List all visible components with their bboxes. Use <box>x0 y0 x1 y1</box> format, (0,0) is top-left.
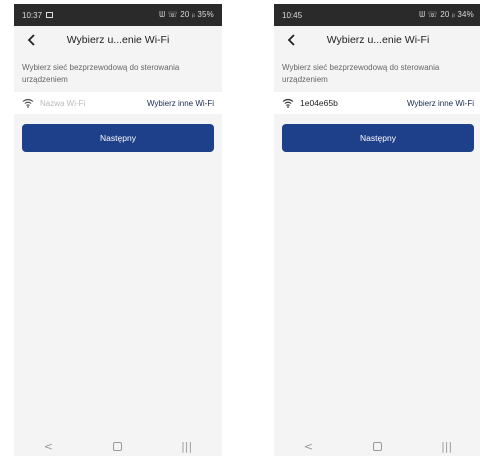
nav-home-icon[interactable] <box>112 441 122 451</box>
description-text: Wybierz sieć bezprzewodową do sterowania… <box>274 54 480 92</box>
page-title: Wybierz u...enie Wi-Fi <box>326 34 430 46</box>
page-title: Wybierz u...enie Wi-Fi <box>66 34 170 46</box>
phone-screen-right: 10:45 ᗯ ☏ 20 ᵢₗ 34% Wybierz u...enie Wi-… <box>274 4 480 456</box>
nav-back-icon[interactable]: < <box>44 440 53 453</box>
nav-recent-icon[interactable]: ||| <box>181 440 192 453</box>
status-indicators: ᗯ ☏ 20 ᵢₗ 34% <box>419 10 474 19</box>
gallery-notification-icon <box>46 12 54 18</box>
back-arrow-icon[interactable] <box>282 30 302 50</box>
status-time: 10:37 <box>22 10 43 20</box>
description-text: Wybierz sieć bezprzewodową do sterowania… <box>14 54 222 92</box>
choose-other-wifi-link[interactable]: Wybierz inne Wi-Fi <box>147 99 214 108</box>
wifi-name-placeholder[interactable]: Nazwa Wi-Fi <box>40 99 85 108</box>
wifi-icon <box>22 98 34 108</box>
system-nav-bar: < ||| <box>274 436 480 456</box>
next-button[interactable]: Następny <box>282 124 474 152</box>
wifi-field[interactable]: Nazwa Wi-Fi <box>22 98 85 108</box>
system-nav-bar: < ||| <box>14 436 222 456</box>
wifi-row: 1e04e65b Wybierz inne Wi-Fi <box>274 92 480 114</box>
status-bar: 10:37 ᗯ ☏ 20 ᵢₗ 35% <box>14 4 222 26</box>
status-left: 10:45 <box>282 11 302 20</box>
app-header: Wybierz u...enie Wi-Fi <box>274 26 480 54</box>
back-arrow-icon[interactable] <box>22 30 42 50</box>
status-indicators: ᗯ ☏ 20 ᵢₗ 35% <box>159 10 214 19</box>
wifi-icon <box>282 98 294 108</box>
status-bar: 10:45 ᗯ ☏ 20 ᵢₗ 34% <box>274 4 480 26</box>
status-time: 10:45 <box>282 10 303 20</box>
nav-recent-icon[interactable]: ||| <box>441 440 452 453</box>
choose-other-wifi-link[interactable]: Wybierz inne Wi-Fi <box>407 99 474 108</box>
phone-screen-left: 10:37 ᗯ ☏ 20 ᵢₗ 35% Wybierz u...enie Wi-… <box>14 4 222 456</box>
app-header: Wybierz u...enie Wi-Fi <box>14 26 222 54</box>
nav-home-icon[interactable] <box>372 441 382 451</box>
wifi-name-value[interactable]: 1e04e65b <box>300 98 338 108</box>
wifi-row: Nazwa Wi-Fi Wybierz inne Wi-Fi <box>14 92 222 114</box>
next-button[interactable]: Następny <box>22 124 214 152</box>
wifi-field[interactable]: 1e04e65b <box>282 98 338 108</box>
nav-back-icon[interactable]: < <box>304 440 313 453</box>
status-left: 10:37 <box>22 10 54 20</box>
